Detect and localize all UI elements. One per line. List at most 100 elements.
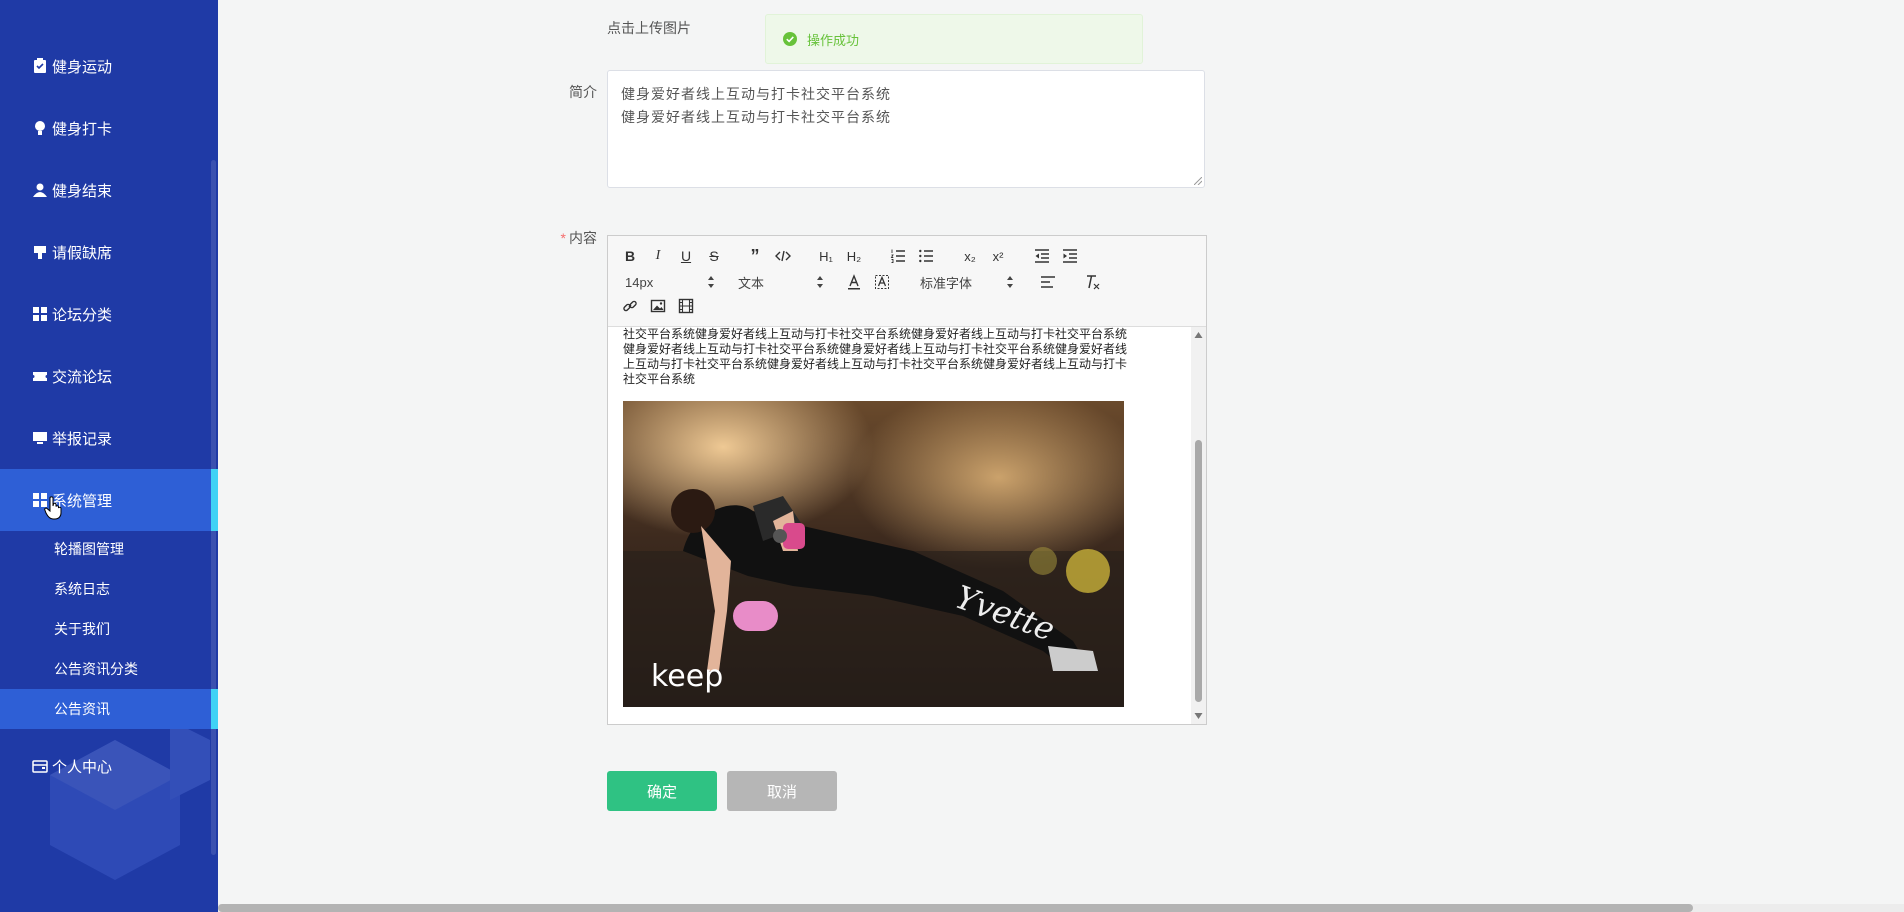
background-color-icon [875, 275, 889, 289]
cancel-button[interactable]: 取消 [727, 771, 837, 811]
editor-text: 社交平台系统 健身爱好者线上互动与打卡社交平台系统健身爱好者线上互动与打卡社交平台… [623, 327, 1183, 387]
image-icon [650, 299, 666, 313]
sidebar-item-label: 健身结束 [52, 182, 113, 200]
header-select[interactable]: 文本 [738, 272, 824, 292]
success-toast: 操作成功 [765, 14, 1143, 64]
underline-button[interactable]: U [676, 246, 696, 266]
intro-label: 简介 [569, 84, 597, 100]
sidebar-item-fitness-exercise[interactable]: 健身运动 [0, 35, 218, 97]
stamp-icon [32, 244, 48, 260]
bullet-list-button[interactable] [916, 246, 936, 266]
content-label-text: 内容 [569, 230, 597, 246]
image-button[interactable] [648, 296, 668, 316]
resize-handle-icon[interactable] [1194, 177, 1202, 185]
sidebar-item-label: 健身打卡 [52, 120, 113, 138]
intro-line: 健身爱好者线上互动与打卡社交平台系统 [621, 86, 891, 102]
horizontal-scrollbar[interactable] [218, 904, 1904, 912]
ticket-icon [32, 368, 48, 384]
fitness-photo: Yvette keep [623, 401, 1124, 707]
link-button[interactable] [620, 296, 640, 316]
sidebar-item-report-records[interactable]: 举报记录 [0, 407, 218, 469]
subscript-button[interactable]: x₂ [960, 246, 980, 266]
sidebar-subitem-about-us[interactable]: 关于我们 [0, 609, 218, 649]
header-select-value: 文本 [738, 275, 765, 291]
strike-button[interactable]: S [704, 246, 724, 266]
sidebar-item-personal-center[interactable]: 个人中心 [0, 735, 218, 797]
select-arrows-icon [817, 276, 823, 288]
indent-button[interactable] [1060, 246, 1080, 266]
sidebar-item-system-management[interactable]: 系统管理 [0, 469, 218, 531]
sidebar-subitem-system-log[interactable]: 系统日志 [0, 569, 218, 609]
hand-cursor-icon [44, 496, 62, 520]
sidebar-subitem-news-category[interactable]: 公告资讯分类 [0, 649, 218, 689]
background-color-button[interactable] [872, 272, 892, 292]
rich-text-editor: B I U S ” H₁ H₂ x₂ x² 14px 文本 标准字体 社交平台系… [607, 235, 1207, 725]
scroll-up-arrow-icon[interactable] [1194, 331, 1203, 339]
sidebar-subitem-label: 公告资讯分类 [54, 661, 138, 677]
sidebar: 健身运动 健身打卡 健身结束 请假缺席 论坛分类 交流论坛 举报记录 系统管理 … [0, 0, 218, 912]
font-family-select[interactable]: 标准字体 [920, 272, 1014, 292]
ordered-list-icon [890, 249, 905, 263]
sidebar-subitem-carousel[interactable]: 轮播图管理 [0, 529, 218, 569]
heading2-button[interactable]: H₂ [844, 246, 864, 266]
sidebar-item-label: 个人中心 [52, 758, 113, 776]
horizontal-scroll-thumb[interactable] [218, 904, 1693, 912]
sidebar-item-label: 健身运动 [52, 58, 113, 76]
blockquote-button[interactable]: ” [745, 246, 765, 266]
code-icon [775, 250, 791, 262]
scroll-down-arrow-icon[interactable] [1194, 712, 1203, 720]
sidebar-subitem-label: 轮播图管理 [54, 541, 124, 557]
align-left-icon [1041, 276, 1055, 288]
font-size-select[interactable]: 14px [625, 272, 715, 292]
font-color-button[interactable] [844, 272, 864, 292]
select-arrows-icon [1007, 276, 1013, 288]
link-icon [623, 300, 637, 312]
grid-icon [32, 306, 48, 322]
ordered-list-button[interactable] [888, 246, 908, 266]
sidebar-item-label: 交流论坛 [52, 368, 113, 386]
monitor-icon [32, 430, 48, 446]
editor-content[interactable]: 社交平台系统 健身爱好者线上互动与打卡社交平台系统健身爱好者线上互动与打卡社交平台… [608, 327, 1190, 724]
editor-text-line: 社交平台系统 [623, 372, 696, 386]
italic-button[interactable]: I [648, 246, 668, 266]
sidebar-item-forum-category[interactable]: 论坛分类 [0, 283, 218, 345]
font-family-value: 标准字体 [920, 275, 973, 291]
confirm-button[interactable]: 确定 [607, 771, 717, 811]
clipboard-icon [32, 58, 48, 74]
outdent-icon [1035, 249, 1049, 263]
heading1-button[interactable]: H₁ [816, 246, 836, 266]
wallet-icon [32, 758, 48, 774]
user-icon [32, 182, 48, 198]
sidebar-item-fitness-end[interactable]: 健身结束 [0, 159, 218, 221]
indent-icon [1063, 249, 1077, 263]
superscript-button[interactable]: x² [988, 246, 1008, 266]
outdent-button[interactable] [1032, 246, 1052, 266]
font-color-icon [848, 274, 860, 290]
sidebar-subitem-news[interactable]: 公告资讯 [0, 689, 218, 729]
sidebar-subitem-label: 系统日志 [54, 581, 110, 597]
sidebar-subitem-label: 公告资讯 [54, 701, 110, 717]
select-arrows-icon [708, 276, 714, 288]
bullet-list-icon [919, 249, 933, 263]
video-button[interactable] [676, 296, 696, 316]
upload-image-link[interactable]: 点击上传图片 [607, 18, 691, 38]
sidebar-item-label: 论坛分类 [52, 306, 113, 324]
align-button[interactable] [1038, 272, 1058, 292]
font-size-value: 14px [625, 274, 654, 290]
code-block-button[interactable] [773, 246, 793, 266]
clear-format-button[interactable] [1082, 272, 1102, 292]
sidebar-item-label: 举报记录 [52, 430, 113, 448]
sidebar-item-fitness-checkin[interactable]: 健身打卡 [0, 97, 218, 159]
sidebar-subitem-label: 关于我们 [54, 621, 110, 637]
intro-textarea[interactable]: 健身爱好者线上互动与打卡社交平台系统 健身爱好者线上互动与打卡社交平台系统 [607, 70, 1205, 188]
editor-scrollbar[interactable] [1191, 327, 1206, 724]
sidebar-item-leave-absence[interactable]: 请假缺席 [0, 221, 218, 283]
photo-brand-keep: keep [651, 659, 723, 694]
editor-scroll-thumb[interactable] [1195, 440, 1202, 702]
bold-button[interactable]: B [620, 246, 640, 266]
intro-line: 健身爱好者线上互动与打卡社交平台系统 [621, 109, 891, 125]
sidebar-item-label: 请假缺席 [52, 244, 113, 262]
clear-format-icon [1087, 275, 1100, 290]
sidebar-item-forum[interactable]: 交流论坛 [0, 345, 218, 407]
editor-text-line: 健身爱好者线上互动与打卡社交平台系统健身爱好者线上互动与打卡社交平台系统健身爱好… [623, 342, 1128, 356]
